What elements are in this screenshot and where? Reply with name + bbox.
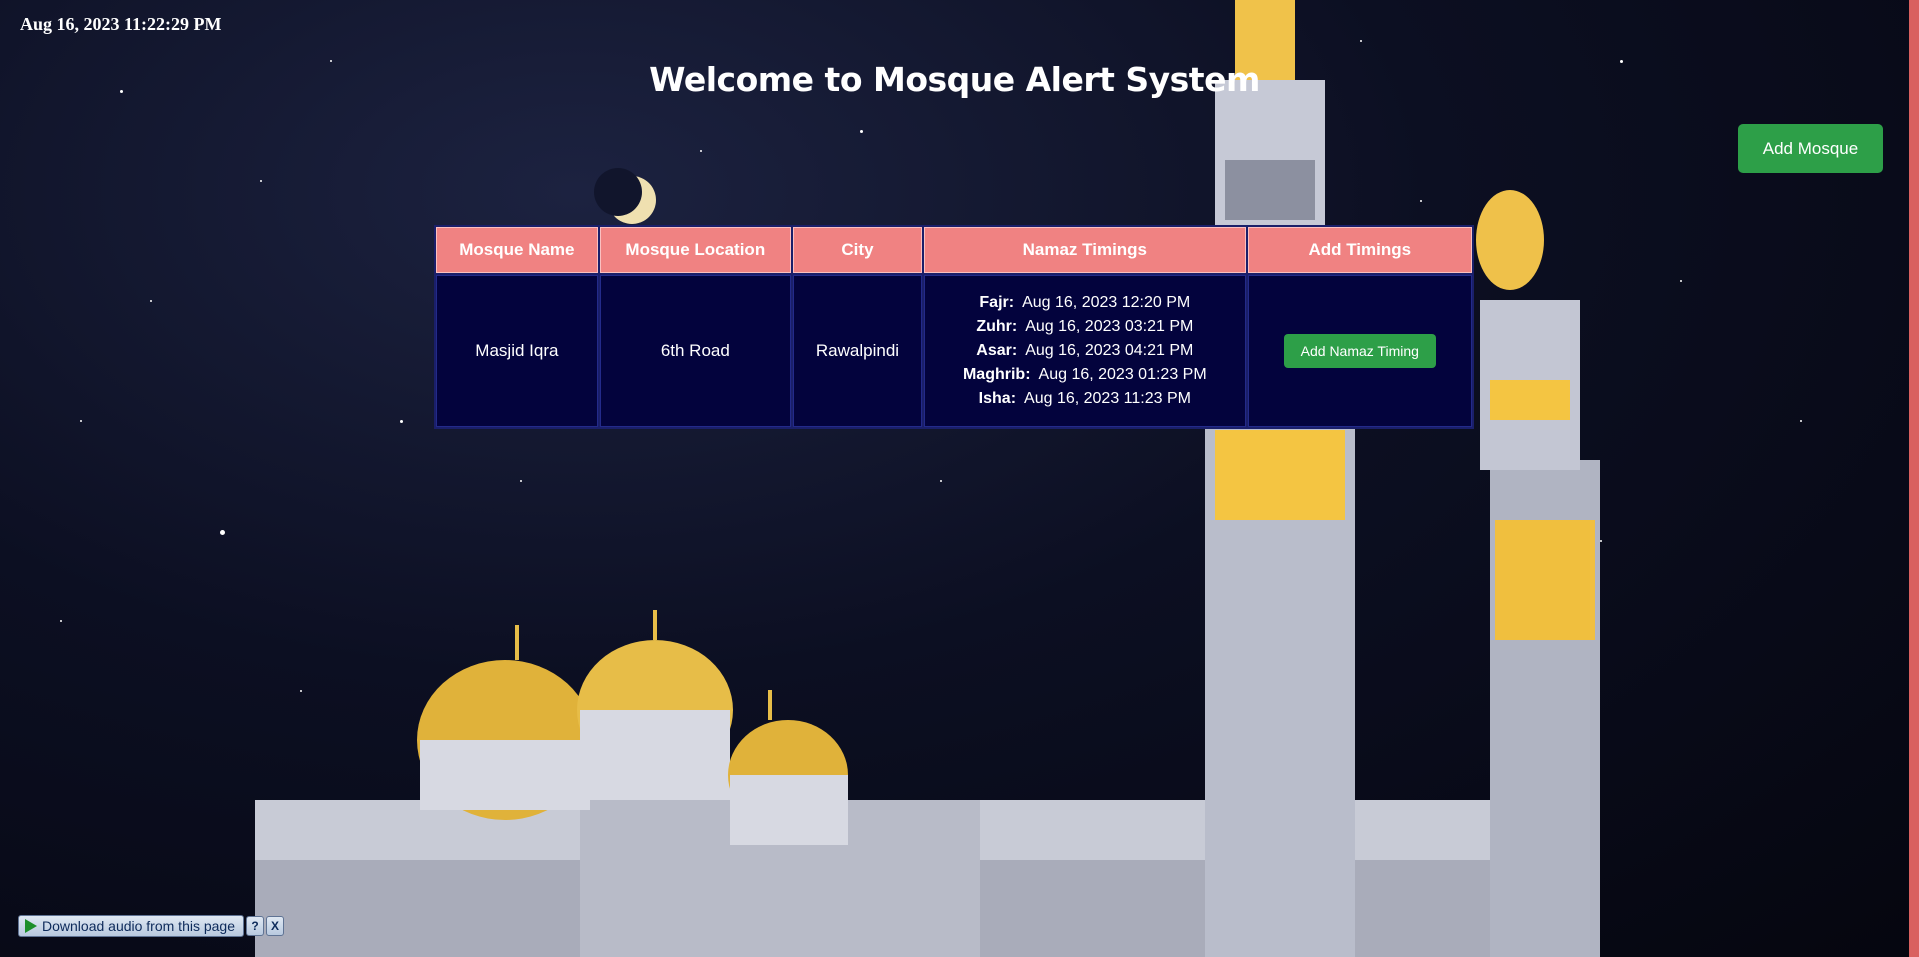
download-audio-toolbar: Download audio from this page ? X — [18, 915, 285, 937]
column-header-namaz-timings: Namaz Timings — [924, 227, 1246, 273]
timing-value: Aug 16, 2023 01:23 PM — [1038, 366, 1207, 383]
right-edge-strip — [1909, 0, 1919, 957]
timing-asar: Asar: Aug 16, 2023 04:21 PM — [933, 339, 1236, 363]
close-icon[interactable]: X — [266, 916, 285, 936]
timing-label: Fajr: — [979, 294, 1015, 311]
column-header-city: City — [792, 227, 923, 273]
night-sky-background — [0, 0, 1909, 957]
city-cell: Rawalpindi — [792, 275, 923, 427]
mosque-name-cell: Masjid Iqra — [436, 275, 598, 427]
mosque-illustration — [255, 0, 1600, 957]
timing-label: Isha: — [978, 390, 1017, 407]
mosque-table: Mosque Name Mosque Location City Namaz T… — [434, 225, 1474, 429]
add-mosque-button[interactable]: Add Mosque — [1738, 124, 1883, 173]
add-namaz-timing-button[interactable]: Add Namaz Timing — [1283, 334, 1436, 368]
column-header-add-timings: Add Timings — [1247, 227, 1472, 273]
add-timings-cell: Add Namaz Timing — [1247, 275, 1472, 427]
timing-value: Aug 16, 2023 11:23 PM — [1024, 390, 1191, 407]
timing-maghrib: Maghrib: Aug 16, 2023 01:23 PM — [933, 363, 1236, 387]
column-header-mosque-name: Mosque Name — [436, 227, 598, 273]
timing-label: Asar: — [976, 342, 1018, 359]
timing-label: Zuhr: — [976, 318, 1018, 335]
download-audio-button[interactable]: Download audio from this page — [18, 915, 245, 937]
timing-value: Aug 16, 2023 04:21 PM — [1025, 342, 1194, 359]
timing-fajr: Fajr: Aug 16, 2023 12:20 PM — [933, 291, 1236, 315]
help-icon[interactable]: ? — [246, 916, 265, 936]
timing-isha: Isha: Aug 16, 2023 11:23 PM — [933, 387, 1236, 411]
timing-value: Aug 16, 2023 03:21 PM — [1025, 318, 1194, 335]
table-row: Masjid Iqra 6th Road Rawalpindi Fajr: Au… — [436, 275, 1472, 427]
current-datetime: Aug 16, 2023 11:22:29 PM — [20, 14, 222, 34]
download-audio-label: Download audio from this page — [42, 918, 236, 934]
timing-label: Maghrib: — [962, 366, 1031, 383]
column-header-mosque-location: Mosque Location — [599, 227, 791, 273]
mosque-location-cell: 6th Road — [599, 275, 791, 427]
timing-value: Aug 16, 2023 12:20 PM — [1022, 294, 1191, 311]
table-header-row: Mosque Name Mosque Location City Namaz T… — [436, 227, 1472, 273]
page-title: Welcome to Mosque Alert System — [649, 60, 1260, 99]
timing-zuhr: Zuhr: Aug 16, 2023 03:21 PM — [933, 315, 1236, 339]
namaz-timings-cell: Fajr: Aug 16, 2023 12:20 PM Zuhr: Aug 16… — [924, 275, 1246, 427]
play-icon — [25, 919, 37, 933]
